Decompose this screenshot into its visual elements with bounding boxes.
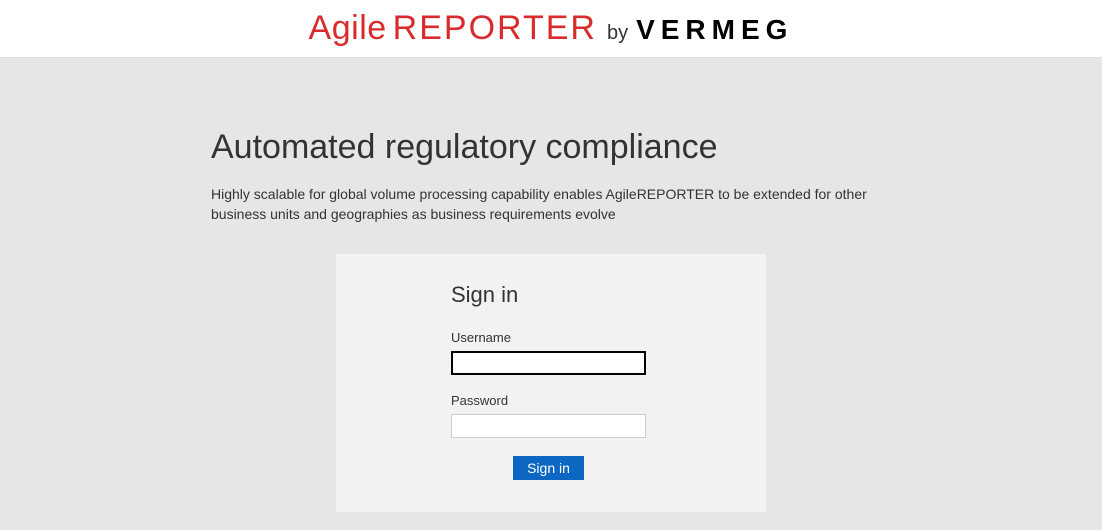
username-label: Username bbox=[451, 330, 726, 345]
password-input[interactable] bbox=[451, 414, 646, 438]
header: AgileREPORTER by VERMEG bbox=[0, 0, 1102, 58]
main-content: Automated regulatory compliance Highly s… bbox=[0, 58, 1102, 512]
logo-reporter-text: REPORTER bbox=[393, 9, 597, 48]
logo-agile-text: Agile bbox=[309, 9, 387, 48]
username-group: Username bbox=[451, 330, 726, 375]
button-row: Sign in bbox=[451, 456, 646, 480]
logo-vermeg-text: VERMEG bbox=[636, 14, 793, 46]
content-wrapper: Automated regulatory compliance Highly s… bbox=[211, 128, 891, 512]
logo-by-text: by bbox=[607, 22, 628, 45]
logo: AgileREPORTER by VERMEG bbox=[309, 9, 794, 48]
password-label: Password bbox=[451, 393, 726, 408]
page-description: Highly scalable for global volume proces… bbox=[211, 185, 891, 224]
signin-button[interactable]: Sign in bbox=[513, 456, 584, 480]
password-group: Password bbox=[451, 393, 726, 438]
signin-title: Sign in bbox=[451, 282, 726, 308]
username-input[interactable] bbox=[451, 351, 646, 375]
signin-panel: Sign in Username Password Sign in bbox=[336, 254, 766, 512]
page-heading: Automated regulatory compliance bbox=[211, 128, 891, 167]
